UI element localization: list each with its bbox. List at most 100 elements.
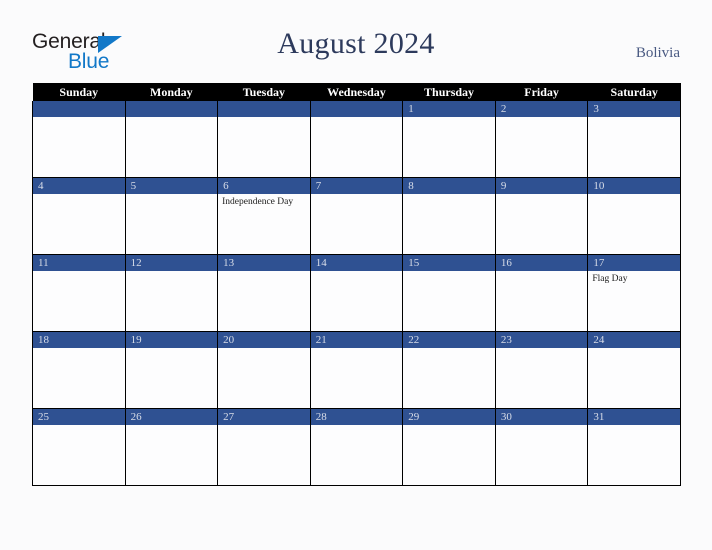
calendar-day-cell[interactable]: 14 [309,254,404,332]
day-number: 17 [588,255,680,271]
day-body [588,425,680,485]
day-body [311,194,403,254]
day-body: Independence Day [218,194,310,254]
day-number: 5 [125,178,218,194]
calendar-day-cell[interactable]: 21 [309,331,404,409]
day-number: 22 [403,332,495,348]
day-body [33,348,125,408]
day-number: 28 [310,409,403,425]
day-body [33,194,125,254]
day-body [403,194,495,254]
day-body [126,425,218,485]
calendar-week-row: 1 2 3 [32,101,681,178]
day-number: 14 [310,255,403,271]
calendar-day-cell[interactable] [309,101,404,178]
day-number: 9 [495,178,588,194]
calendar-body: 1 2 3 4 5 6 Independence Day 7 8 9 10 11… [32,101,681,486]
day-body [496,271,588,331]
day-body [311,425,403,485]
day-number: 10 [588,178,680,194]
calendar-day-cell[interactable]: 10 [587,177,681,255]
day-body [33,425,125,485]
day-body [496,425,588,485]
calendar-day-cell[interactable] [124,101,219,178]
day-number: 29 [403,409,495,425]
day-number: 15 [403,255,495,271]
day-number: 1 [403,101,495,117]
day-body [403,425,495,485]
page-title: August 2024 [277,27,435,60]
day-number: 23 [495,332,588,348]
day-number: 19 [125,332,218,348]
day-body: Flag Day [588,271,680,331]
day-number: 26 [125,409,218,425]
calendar-day-cell[interactable]: 12 [124,254,219,332]
day-body [496,117,588,177]
day-body [496,348,588,408]
calendar-day-cell[interactable]: 3 [587,101,681,178]
day-number: 31 [588,409,680,425]
calendar-day-cell[interactable]: 25 [32,408,126,486]
weekday-header-monday: Monday [125,83,218,101]
calendar-week-row: 25 26 27 28 29 30 31 [32,408,681,486]
calendar-day-cell[interactable]: 9 [494,177,589,255]
calendar-day-cell[interactable]: 16 [494,254,589,332]
calendar-day-cell[interactable]: 30 [494,408,589,486]
calendar-day-cell[interactable]: 6 Independence Day [217,177,311,255]
calendar-day-cell[interactable] [32,101,126,178]
calendar-day-cell[interactable]: 29 [402,408,496,486]
weekday-header-saturday: Saturday [587,83,681,101]
day-number: 16 [495,255,588,271]
day-number: 2 [495,101,588,117]
calendar-day-cell[interactable]: 13 [217,254,311,332]
page-header: General Blue August 2024 Bolivia [0,0,712,83]
weekday-header-wednesday: Wednesday [310,83,403,101]
day-number: 18 [33,332,125,348]
calendar-day-cell[interactable] [217,101,311,178]
calendar-day-cell[interactable]: 19 [124,331,219,409]
calendar-day-cell[interactable]: 20 [217,331,311,409]
weekday-header-row: Sunday Monday Tuesday Wednesday Thursday… [32,83,681,101]
calendar-day-cell[interactable]: 5 [124,177,219,255]
day-number: 11 [33,255,125,271]
day-body [126,194,218,254]
day-body [126,271,218,331]
day-number [125,101,218,117]
day-number: 27 [218,409,310,425]
calendar-day-cell[interactable]: 11 [32,254,126,332]
region-label: Bolivia [635,45,680,61]
day-body [588,117,680,177]
day-body [311,348,403,408]
day-body [311,271,403,331]
day-body [218,271,310,331]
calendar-header-row: Sunday Monday Tuesday Wednesday Thursday… [32,83,681,101]
calendar-day-cell[interactable]: 24 [587,331,681,409]
calendar-day-cell[interactable]: 18 [32,331,126,409]
calendar-day-cell[interactable]: 4 [32,177,126,255]
day-number [310,101,403,117]
day-number: 6 [218,178,310,194]
day-number: 25 [33,409,125,425]
day-event: Independence Day [222,197,294,207]
calendar-day-cell[interactable]: 26 [124,408,219,486]
day-number: 7 [310,178,403,194]
calendar-day-cell[interactable]: 22 [402,331,496,409]
calendar-day-cell[interactable]: 2 [494,101,589,178]
calendar-day-cell[interactable]: 27 [217,408,311,486]
calendar-day-cell[interactable]: 7 [309,177,404,255]
day-body [311,117,403,177]
calendar-day-cell[interactable]: 31 [587,408,681,486]
weekday-header-thursday: Thursday [402,83,496,101]
calendar-day-cell[interactable]: 17 Flag Day [587,254,681,332]
day-number: 30 [495,409,588,425]
day-number: 3 [588,101,680,117]
calendar-day-cell[interactable]: 28 [309,408,404,486]
calendar-day-cell[interactable]: 23 [494,331,589,409]
calendar-day-cell[interactable]: 8 [402,177,496,255]
calendar-week-row: 18 19 20 21 22 23 24 [32,331,681,409]
day-body [403,348,495,408]
weekday-header-friday: Friday [495,83,588,101]
calendar-grid: Sunday Monday Tuesday Wednesday Thursday… [32,83,681,486]
calendar-day-cell[interactable]: 1 [402,101,496,178]
calendar-day-cell[interactable]: 15 [402,254,496,332]
